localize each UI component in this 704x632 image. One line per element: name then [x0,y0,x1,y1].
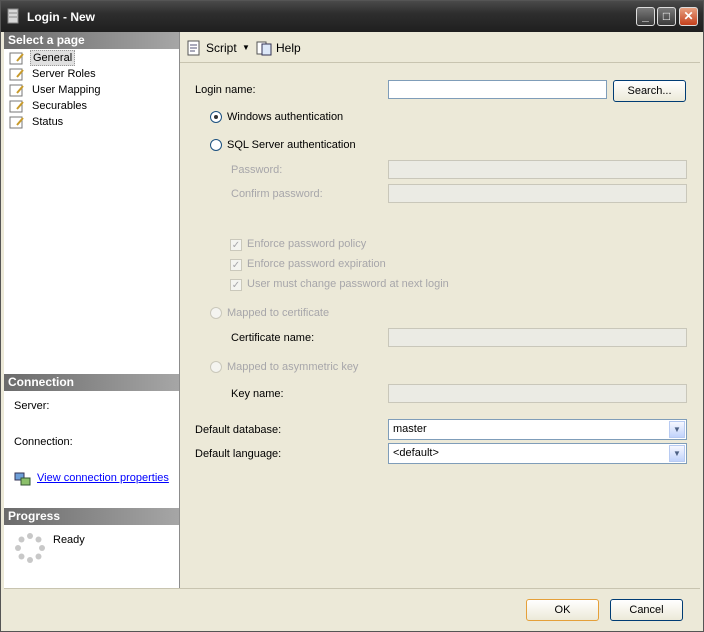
dialog-footer: OK Cancel [4,588,700,630]
help-button[interactable]: Help [256,40,301,56]
progress-status: Ready [53,534,85,546]
page-item-label: Status [32,116,64,128]
must-change-checkbox[interactable]: ✓ [230,279,242,291]
mapped-asym-radio[interactable] [210,361,222,373]
default-database-value: master [393,423,427,435]
confirm-password-label: Confirm password: [231,188,323,200]
page-wrench-icon [9,68,24,81]
default-language-select[interactable]: <default> ▼ [388,443,687,464]
window-title: Login - New [27,10,95,24]
certificate-name-field[interactable] [388,328,687,347]
default-database-select[interactable]: master ▼ [388,419,687,440]
help-icon [256,41,272,56]
server-label: Server: [14,400,50,412]
help-label: Help [276,41,301,55]
left-pane: Select a page General Server Roles User … [4,32,180,588]
page-item-label: Securables [32,100,88,112]
search-button[interactable]: Search... [613,80,686,102]
page-wrench-icon [9,52,24,65]
page-wrench-icon [9,100,24,113]
progress-spinner-icon [15,533,45,563]
maximize-button[interactable]: □ [657,7,676,26]
title-bar[interactable]: Login - New _ □ ✕ [1,1,703,32]
page-item-label: General [30,50,76,66]
connection-label: Connection: [14,436,73,448]
login-new-dialog: Login - New _ □ ✕ Select a page General … [0,0,704,632]
enforce-expiration-checkbox[interactable]: ✓ [230,259,242,271]
dropdown-arrow-icon[interactable]: ▼ [242,40,250,56]
default-database-label: Default database: [195,424,282,436]
page-item-label: Server Roles [32,68,96,80]
script-icon [187,40,200,56]
key-name-field[interactable] [388,384,687,403]
sql-auth-radio[interactable] [210,139,222,151]
certificate-name-label: Certificate name: [231,332,315,344]
page-wrench-icon [9,84,24,97]
confirm-password-field[interactable] [388,184,687,203]
default-language-value: <default> [393,447,439,459]
windows-auth-radio[interactable] [210,111,222,123]
enforce-policy-label: Enforce password policy [247,238,367,250]
database-icon [7,8,19,24]
ok-button[interactable]: OK [526,599,599,621]
progress-header: Progress [4,508,179,525]
enforce-expiration-label: Enforce password expiration [247,258,386,270]
chevron-down-icon[interactable]: ▼ [669,421,685,438]
mapped-asym-label: Mapped to asymmetric key [227,361,359,373]
script-label: Script [206,41,237,55]
enforce-policy-checkbox[interactable]: ✓ [230,239,242,251]
page-item-label: User Mapping [32,84,101,96]
password-label: Password: [231,164,283,176]
login-name-label: Login name: [195,84,256,96]
login-name-input[interactable] [388,80,607,99]
page-wrench-icon [9,116,24,129]
must-change-label: User must change password at next login [247,278,449,290]
mapped-cert-radio[interactable] [210,307,222,319]
key-name-label: Key name: [231,388,284,400]
cancel-button[interactable]: Cancel [610,599,683,621]
close-button[interactable]: ✕ [679,7,698,26]
chevron-down-icon[interactable]: ▼ [669,445,685,462]
toolbar: Script ▼ Help [180,32,700,63]
general-page: Login name: Search... Windows authentica… [180,63,700,587]
script-button[interactable]: Script ▼ [186,40,250,56]
mapped-cert-label: Mapped to certificate [227,307,330,319]
password-field[interactable] [388,160,687,179]
connection-header: Connection [4,374,179,391]
view-connection-properties-link[interactable]: View connection properties [37,472,169,484]
connection-properties-icon [14,472,31,486]
windows-auth-label[interactable]: Windows authentication [227,111,343,123]
select-page-header: Select a page [4,32,179,49]
sql-auth-label[interactable]: SQL Server authentication [227,139,356,151]
default-language-label: Default language: [195,448,282,460]
minimize-button[interactable]: _ [636,7,655,26]
